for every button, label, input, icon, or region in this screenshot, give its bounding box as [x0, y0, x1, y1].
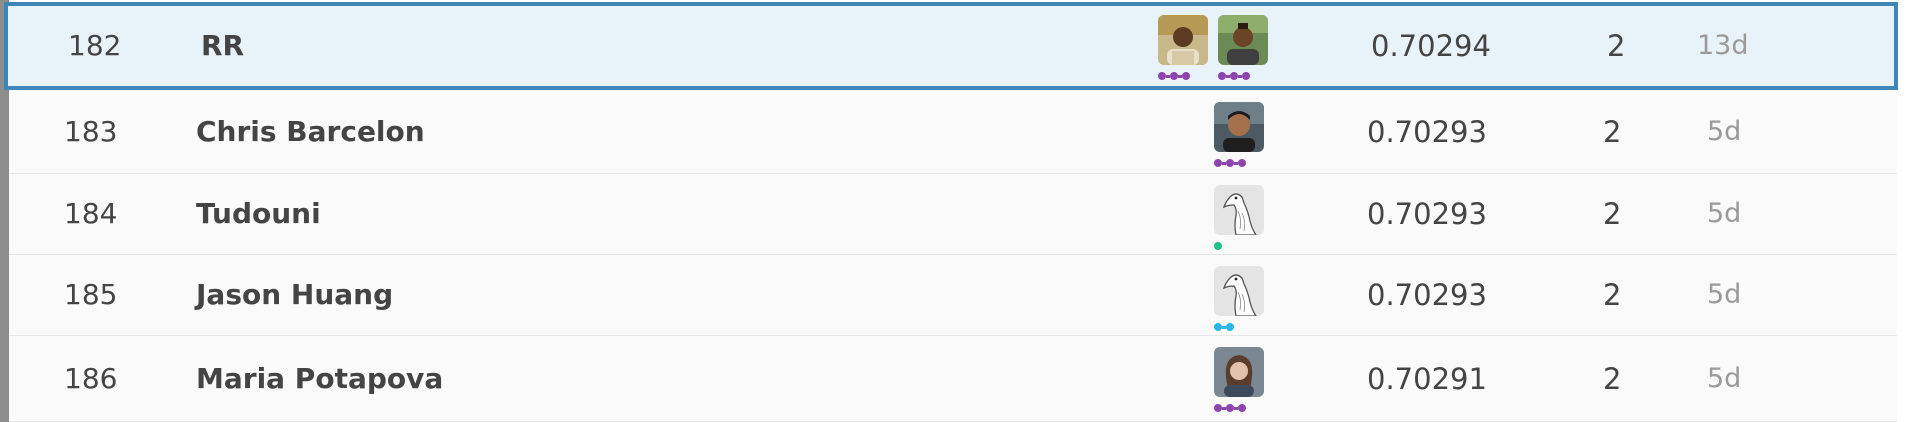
tier-indicator	[1214, 323, 1234, 331]
score: 0.70291	[1367, 361, 1487, 396]
entries-count: 2	[1603, 197, 1622, 231]
last-submission: 13d	[1697, 30, 1749, 61]
rank: 183	[64, 114, 118, 148]
last-submission: 5d	[1707, 115, 1742, 147]
last-submission: 5d	[1707, 198, 1742, 229]
leaderboard-row[interactable]: 185 Jason Huang 0.70293 2 5d	[9, 255, 1897, 336]
team-name[interactable]: RR	[201, 30, 244, 62]
rank: 184	[64, 197, 118, 230]
team-name[interactable]: Jason Huang	[196, 279, 393, 311]
score: 0.70293	[1367, 197, 1487, 231]
score: 0.70293	[1367, 278, 1487, 312]
team-member[interactable]	[1214, 347, 1264, 412]
leaderboard-row[interactable]: 183 Chris Barcelon 0.70293 2 5d	[9, 90, 1897, 174]
tier-indicator	[1214, 404, 1246, 412]
leaderboard: 182 RR 0.70294 2 13d 183 Chris Barcelon …	[0, 0, 1908, 422]
user-photo-icon[interactable]	[1214, 102, 1264, 152]
entries-count: 2	[1607, 29, 1626, 63]
default-goose-avatar-icon[interactable]	[1214, 185, 1264, 235]
user-photo-icon[interactable]	[1214, 347, 1264, 397]
leaderboard-row-highlighted[interactable]: 182 RR 0.70294 2 13d	[4, 2, 1898, 90]
team-member[interactable]	[1218, 15, 1268, 80]
default-goose-avatar-icon[interactable]	[1214, 266, 1264, 316]
team-member[interactable]	[1214, 102, 1264, 167]
score: 0.70293	[1367, 114, 1487, 149]
tier-indicator	[1158, 72, 1190, 80]
score: 0.70294	[1371, 29, 1491, 63]
team-name[interactable]: Chris Barcelon	[196, 115, 425, 148]
entries-count: 2	[1603, 114, 1622, 149]
team-name[interactable]: Maria Potapova	[196, 362, 443, 395]
team-member[interactable]	[1214, 185, 1264, 250]
tier-indicator	[1218, 72, 1250, 80]
rank: 186	[64, 361, 118, 395]
rank: 182	[68, 29, 122, 62]
user-photo-icon[interactable]	[1218, 15, 1268, 65]
team-name[interactable]: Tudouni	[196, 198, 321, 230]
tier-indicator	[1214, 159, 1246, 167]
entries-count: 2	[1603, 361, 1622, 396]
user-photo-icon[interactable]	[1158, 15, 1208, 65]
leaderboard-row[interactable]: 186 Maria Potapova 0.70291 2 5d	[9, 336, 1897, 422]
leaderboard-row[interactable]: 184 Tudouni 0.70293 2 5d	[9, 174, 1897, 255]
last-submission: 5d	[1707, 362, 1742, 394]
team-member[interactable]	[1158, 15, 1208, 80]
tier-indicator	[1214, 242, 1222, 250]
rank: 185	[64, 278, 118, 311]
last-submission: 5d	[1707, 279, 1742, 310]
team-member[interactable]	[1214, 266, 1264, 331]
entries-count: 2	[1603, 278, 1622, 312]
